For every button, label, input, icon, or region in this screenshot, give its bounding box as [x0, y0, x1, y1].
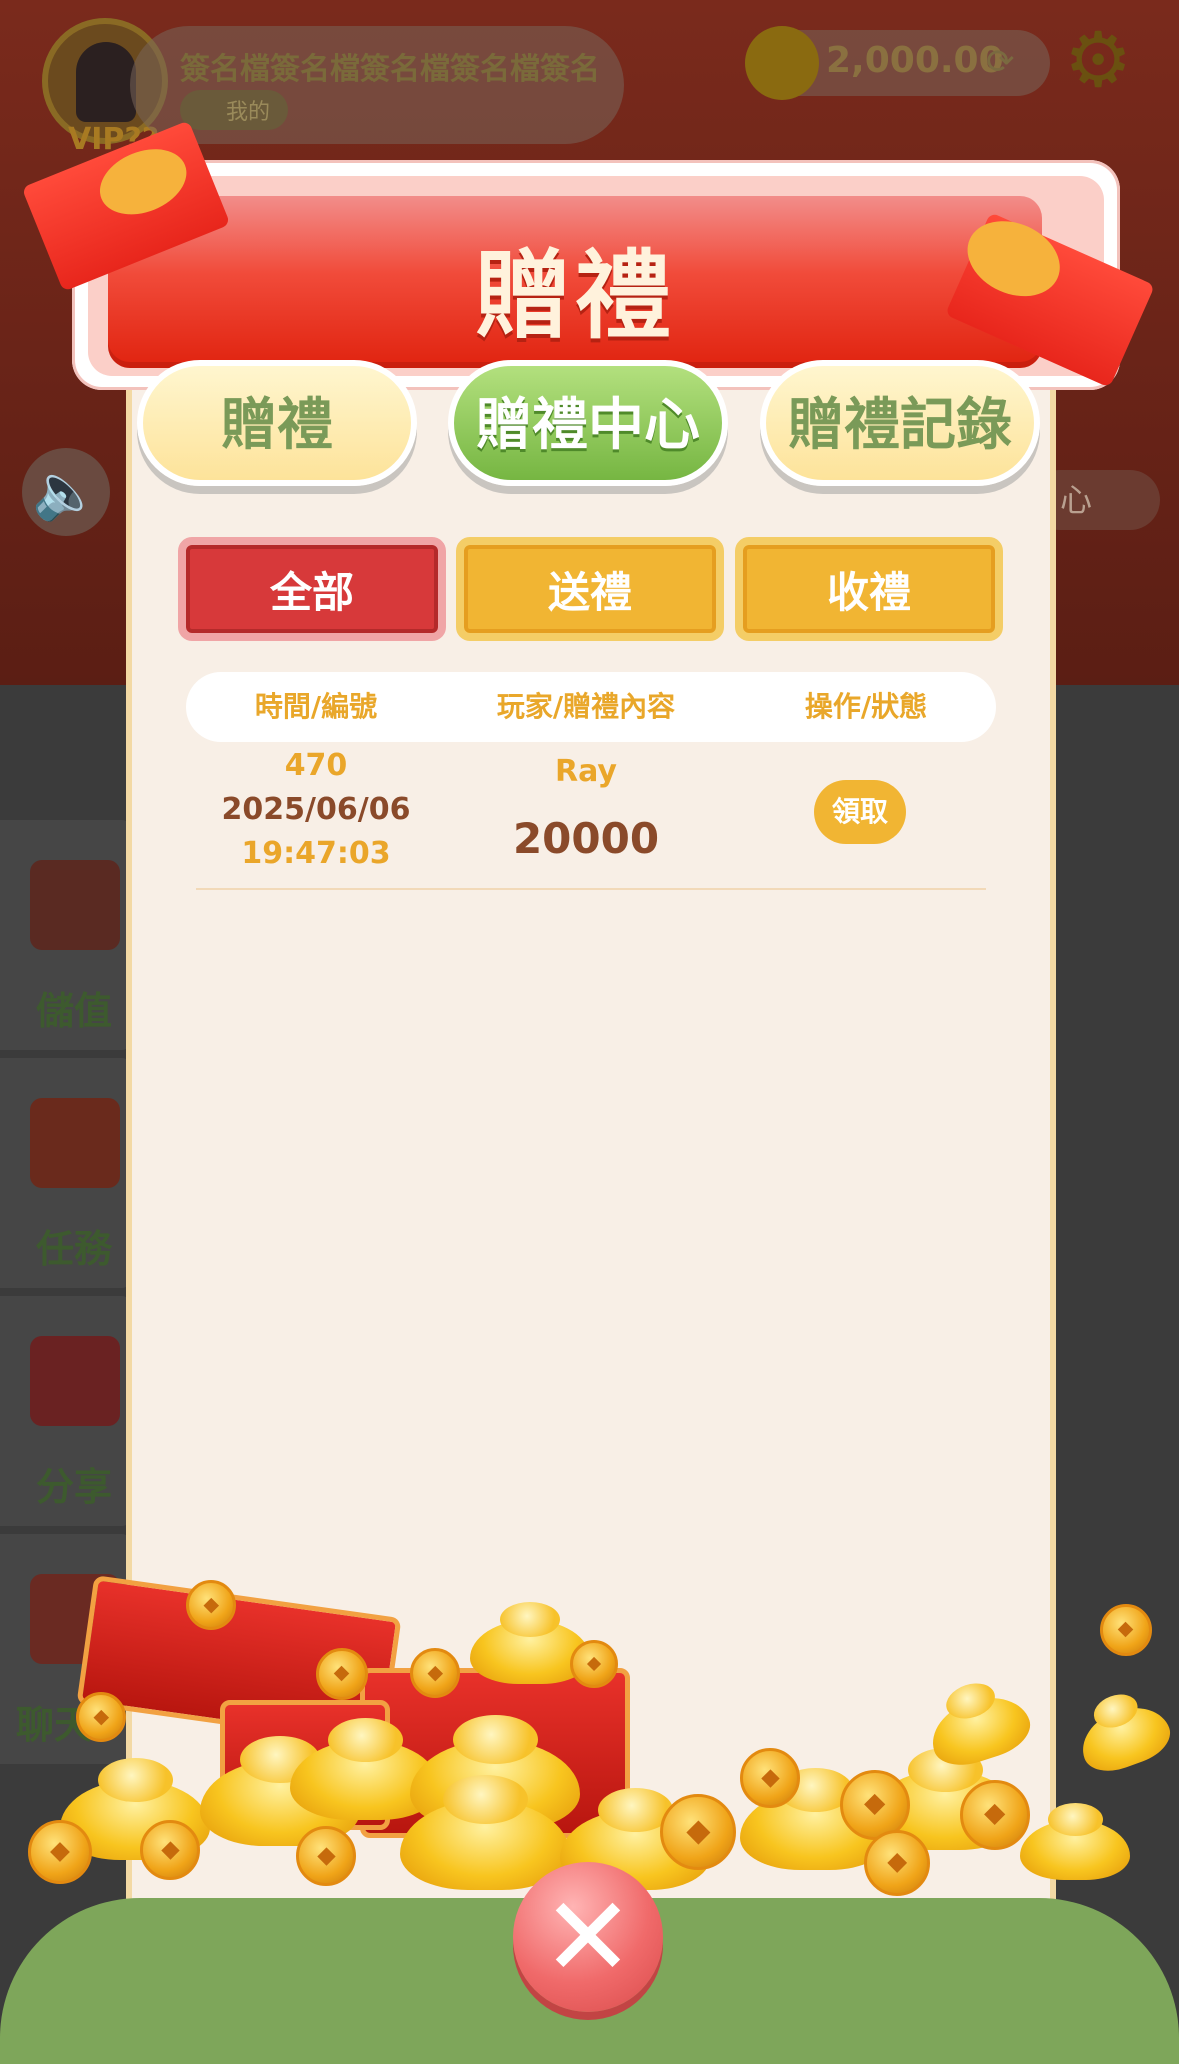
coin-icon	[740, 1748, 800, 1808]
record-id: 470	[284, 748, 348, 783]
refresh-icon: ⟳	[986, 42, 1015, 82]
side-item-share: 分享	[0, 1296, 130, 1526]
modal-title: 贈禮	[475, 240, 675, 352]
coin-icon	[864, 1830, 930, 1896]
coin-icon	[140, 1820, 200, 1880]
table-row: 470 2025/06/06 19:47:03 Ray 20000 領取	[196, 742, 986, 890]
record-amount: 20000	[512, 814, 660, 863]
tab-gift[interactable]: 贈禮	[137, 360, 417, 486]
gear-icon: ⚙	[1064, 15, 1133, 104]
header-time-id: 時間/編號	[254, 690, 378, 723]
filter-all-button[interactable]: 全部	[178, 537, 446, 641]
coin-icon	[296, 1826, 356, 1886]
scroll-icon	[30, 1098, 120, 1188]
claim-button[interactable]: 領取	[814, 780, 906, 844]
user-name: 簽名檔簽名檔簽名檔簽名檔簽名	[180, 52, 600, 87]
side-item-label: 任務	[36, 1227, 113, 1271]
filter-sent-button[interactable]: 送禮	[456, 537, 724, 641]
filter-received-button[interactable]: 收禮	[735, 537, 1003, 641]
header-action-status: 操作/狀態	[804, 690, 928, 723]
title-bar: 贈禮	[108, 196, 1042, 368]
coin-icon	[960, 1780, 1030, 1850]
coin-icon	[76, 1692, 126, 1742]
side-item-recharge: 儲值	[0, 820, 130, 1050]
coin-icon	[1100, 1604, 1152, 1656]
coin-icon	[745, 26, 819, 100]
header-player-content: 玩家/贈禮內容	[496, 690, 676, 723]
side-item-label: 分享	[36, 1465, 113, 1509]
side-item-tasks: 任務	[0, 1058, 130, 1288]
tab-gift-records[interactable]: 贈禮記錄	[760, 360, 1040, 486]
close-button[interactable]: ✕	[513, 1862, 663, 2012]
chest-icon	[30, 860, 120, 950]
balance-value: 2,000.00	[826, 40, 1004, 81]
coin-icon	[28, 1820, 92, 1884]
tab-gift-center[interactable]: 贈禮中心	[448, 360, 728, 486]
coin-icon	[410, 1648, 460, 1698]
record-date: 2025/06/06	[221, 792, 411, 827]
coin-icon	[186, 1580, 236, 1630]
coin-icon	[570, 1640, 618, 1688]
coin-icon	[316, 1648, 368, 1700]
record-player: Ray	[555, 754, 617, 789]
table-header: 時間/編號 玩家/贈禮內容 操作/狀態	[186, 672, 996, 742]
side-item-label: 儲值	[36, 989, 113, 1033]
red-envelope-icon	[30, 1336, 120, 1426]
mine-button: 我的	[180, 90, 289, 130]
coin-icon	[660, 1794, 736, 1870]
speaker-icon: 🔈	[22, 448, 110, 536]
record-time: 19:47:03	[241, 836, 391, 871]
